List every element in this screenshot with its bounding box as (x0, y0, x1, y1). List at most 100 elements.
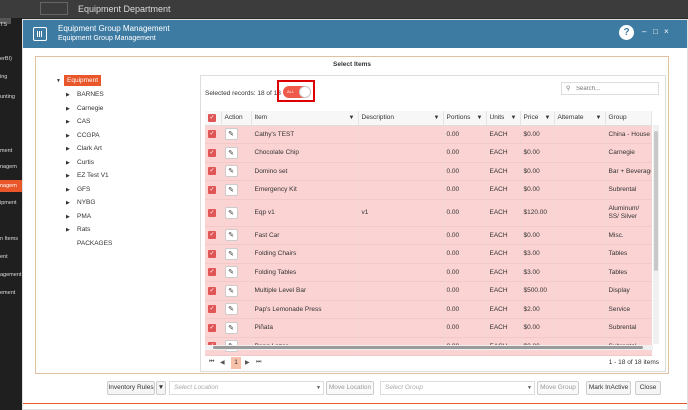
row-select-cell[interactable]: ✓ (205, 125, 222, 144)
row-select-cell[interactable]: ✓ (205, 263, 222, 282)
pencil-icon[interactable]: ✎ (224, 266, 238, 279)
tree-item[interactable]: ▶ CCGPA (66, 132, 100, 139)
checkbox-checked-icon[interactable]: ✓ (208, 305, 216, 314)
table-row[interactable]: ✓ ✎ Piñata 0.00 EACH $0.00 Subrental (205, 318, 652, 338)
prev-page-icon[interactable]: ◀ (220, 359, 225, 366)
checkbox-checked-icon[interactable]: ✓ (208, 185, 216, 194)
tree-item[interactable]: ▶ GFS (66, 186, 90, 193)
checkbox-checked-icon[interactable]: ✓ (208, 249, 216, 258)
tree-item[interactable]: PACKAGES (66, 240, 112, 247)
filter-icon[interactable]: ▼ (545, 115, 551, 121)
row-select-cell[interactable]: ✓ (205, 318, 222, 338)
close-button[interactable]: Close (635, 381, 661, 395)
row-select-cell[interactable]: ✓ (205, 300, 222, 319)
caret-right-icon[interactable]: ▶ (66, 92, 77, 98)
caret-down-icon[interactable]: ▼ (56, 78, 64, 84)
pencil-icon[interactable]: ✎ (224, 146, 238, 159)
search-input[interactable] (576, 84, 656, 94)
checkbox-checked-icon[interactable]: ✓ (208, 208, 216, 217)
filter-icon[interactable]: ▼ (434, 115, 440, 121)
table-row[interactable]: ✓ ✎ Folding Chairs 0.00 EACH $3.00 Tables (205, 244, 652, 264)
pencil-icon[interactable]: ✎ (224, 321, 238, 334)
select-location-dropdown[interactable]: Select Location ▼ (169, 381, 324, 395)
checkbox-checked-icon[interactable]: ✓ (208, 323, 216, 332)
scrollbar-thumb[interactable] (654, 131, 658, 271)
table-row[interactable]: ✓ ✎ Fast Car 0.00 EACH $0.00 Misc. (205, 226, 652, 245)
inventory-rules-button[interactable]: Inventory Rules (107, 381, 155, 395)
caret-right-icon[interactable]: ▶ (66, 119, 77, 125)
tree-item[interactable]: ▶ Carnegie (66, 105, 103, 112)
current-page[interactable]: 1 (231, 357, 241, 369)
tree-item[interactable]: ▶ Rats (66, 226, 90, 233)
pencil-icon[interactable]: ✎ (224, 165, 238, 178)
row-select-cell[interactable]: ✓ (205, 180, 222, 200)
tree-item[interactable]: ▶ EZ Test V1 (66, 172, 109, 179)
vertical-scrollbar[interactable] (653, 125, 659, 344)
caret-right-icon[interactable]: ▶ (66, 227, 77, 233)
caret-right-icon[interactable]: ▶ (66, 146, 77, 152)
tree-root-equipment[interactable]: ▼ Equipment (56, 75, 102, 86)
table-row[interactable]: ✓ ✎ Chocolate Chip 0.00 EACH $0.00 Carnegie (205, 143, 652, 163)
filter-icon[interactable]: ▼ (596, 115, 602, 121)
table-row[interactable]: ✓ ✎ Folding Tables 0.00 EACH $3.00 Tables (205, 263, 652, 282)
inventory-rules-dropdown[interactable]: ▼ (156, 381, 166, 395)
row-select-cell[interactable]: ✓ (205, 244, 222, 264)
close-icon[interactable]: × (664, 28, 669, 36)
help-icon[interactable]: ? (619, 25, 634, 40)
mark-inactive-button[interactable]: Mark InActive (586, 381, 631, 395)
row-select-cell[interactable]: ✓ (205, 162, 222, 181)
tree-item[interactable]: ▶ NYBG (66, 199, 95, 206)
tree-item[interactable]: ▶ Clark Art (66, 145, 102, 152)
row-select-cell[interactable]: ✓ (205, 226, 222, 245)
minimize-icon[interactable]: – (642, 28, 646, 36)
checkbox-checked-icon[interactable]: ✓ (208, 167, 216, 176)
table-row[interactable]: ✓ ✎ Cathy's TEST 0.00 EACH $0.00 China - House (205, 125, 652, 144)
row-select-cell[interactable]: ✓ (205, 199, 222, 227)
scrollbar-thumb[interactable] (213, 346, 643, 349)
tree-item[interactable]: ▶ BARNES (66, 91, 104, 98)
filter-icon[interactable]: ▼ (349, 115, 355, 121)
pencil-icon[interactable]: ✎ (224, 128, 238, 141)
checkbox-checked-icon[interactable]: ✓ (208, 268, 216, 277)
pencil-icon[interactable]: ✎ (224, 229, 238, 242)
checkbox-checked-icon[interactable]: ✓ (208, 113, 216, 122)
first-page-icon[interactable]: ⏮ (209, 359, 214, 366)
filter-icon[interactable]: ▼ (477, 115, 483, 121)
caret-right-icon[interactable]: ▶ (66, 160, 77, 166)
pencil-icon[interactable]: ✎ (224, 284, 238, 297)
row-select-cell[interactable]: ✓ (205, 281, 222, 301)
last-page-icon[interactable]: ⏭ (256, 359, 261, 366)
next-page-icon[interactable]: ▶ (245, 359, 250, 366)
pencil-icon[interactable]: ✎ (224, 303, 238, 316)
checkbox-checked-icon[interactable]: ✓ (208, 286, 216, 295)
tree-item[interactable]: ▶ Curtis (66, 159, 94, 166)
header-select-all[interactable]: ✓ (205, 111, 222, 126)
table-row[interactable]: ✓ ✎ Pap's Lemonade Press 0.00 EACH $2.00 Servi… (205, 300, 652, 319)
table-row[interactable]: ✓ ✎ Emergency Kit 0.00 EACH $0.00 Subrental (205, 180, 652, 200)
checkbox-checked-icon[interactable]: ✓ (208, 231, 216, 240)
row-select-cell[interactable]: ✓ (205, 143, 222, 163)
caret-right-icon[interactable]: ▶ (66, 173, 77, 179)
caret-right-icon[interactable]: ▶ (66, 133, 77, 139)
table-row[interactable]: ✓ ✎ Eqp v1 v1 0.00 EACH $120.00 Aluminum/ SS/ S… (205, 199, 652, 227)
move-group-button[interactable]: Move Group (537, 381, 579, 395)
checkbox-checked-icon[interactable]: ✓ (208, 130, 216, 139)
caret-right-icon[interactable]: ▶ (66, 214, 77, 220)
tree-item[interactable]: ▶ CAS (66, 118, 90, 125)
caret-right-icon[interactable]: ▶ (66, 106, 77, 112)
filter-icon[interactable]: ▼ (511, 115, 517, 121)
move-location-button[interactable]: Move Location (326, 381, 374, 395)
table-row[interactable]: ✓ ✎ Multiple Level Bar 0.00 EACH $500.00 Displ… (205, 281, 652, 301)
toggle-knob[interactable] (299, 86, 311, 98)
caret-right-icon[interactable]: ▶ (66, 187, 77, 193)
checkbox-checked-icon[interactable]: ✓ (208, 148, 216, 157)
table-row[interactable]: ✓ ✎ Domino set 0.00 EACH $0.00 Bar + Beverage (205, 162, 652, 181)
select-group-dropdown[interactable]: Select Group ▼ (380, 381, 535, 395)
pencil-icon[interactable]: ✎ (224, 206, 238, 219)
pencil-icon[interactable]: ✎ (224, 183, 238, 196)
pencil-icon[interactable]: ✎ (224, 247, 238, 260)
select-all-toggle[interactable]: ALL (283, 86, 311, 98)
caret-right-icon[interactable]: ▶ (66, 200, 77, 206)
maximize-icon[interactable]: □ (653, 28, 658, 36)
tree-item[interactable]: ▶ PMA (66, 213, 91, 220)
